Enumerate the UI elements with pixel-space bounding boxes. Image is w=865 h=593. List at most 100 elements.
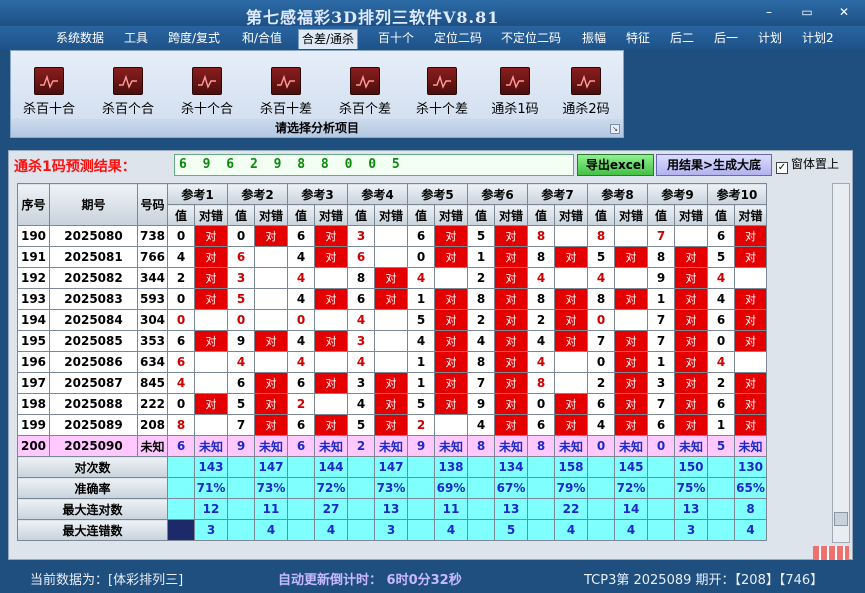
hit-mark: 对 xyxy=(685,251,697,264)
menu-last-one[interactable]: 后一 xyxy=(711,29,741,49)
table-row[interactable]: 196 2025086 634 6 4 4 4 1 对 8 对 4 0 对 1 对 4 xyxy=(17,351,767,373)
future-unknown: 未知 xyxy=(374,435,408,457)
menu-span[interactable]: 跨度/复式 xyxy=(165,29,223,49)
row-period: 2025086 xyxy=(49,351,138,373)
cell-correct: 对 xyxy=(734,225,767,247)
ribbon-button-kill-hundred-ten-diff[interactable]: 杀百十差 xyxy=(256,67,316,123)
cell-correct: 对 xyxy=(434,330,468,352)
subheader-correct: 对错 xyxy=(434,204,468,226)
subheader-value: 值 xyxy=(707,204,735,226)
menu-tools[interactable]: 工具 xyxy=(121,29,151,49)
cell-value: 4 xyxy=(227,351,255,373)
cell-value: 0 xyxy=(527,393,555,415)
cell-value: 4 xyxy=(167,246,195,268)
stat-spacer xyxy=(227,477,255,499)
cell-correct xyxy=(254,351,288,373)
table-row[interactable]: 197 2025087 845 4 6 对 6 对 3 对 1 对 7 对 8 2 对 3 对 2 对 xyxy=(17,372,767,394)
ribbon-button-kill-hundred-ten-sum[interactable]: 杀百十合 xyxy=(19,67,79,123)
dialog-launcher-icon[interactable]: ↘ xyxy=(610,124,620,134)
progress-indicator xyxy=(813,546,849,560)
stat-spacer xyxy=(407,456,435,478)
cell-correct: 对 xyxy=(374,288,408,310)
menu-last-two[interactable]: 后二 xyxy=(667,29,697,49)
stat-value: 5 xyxy=(494,519,528,541)
table-row-future[interactable]: 200 2025090 未知 6 未知 9 未知 6 未知 2 未知 9 未知 8 未知 8 未知 0 未知 0 未知 5… xyxy=(17,435,767,457)
stat-spacer xyxy=(647,477,675,499)
menu-fixed-two[interactable]: 定位二码 xyxy=(431,29,485,49)
menu-amplitude[interactable]: 振幅 xyxy=(579,29,609,49)
subheader-correct: 对错 xyxy=(314,204,348,226)
cell-correct xyxy=(734,351,767,373)
cell-value: 7 xyxy=(647,393,675,415)
future-value: 0 xyxy=(647,435,675,457)
cell-value: 1 xyxy=(407,288,435,310)
hit-mark: 对 xyxy=(445,335,457,348)
window-topmost-checkbox[interactable]: ✓ 窗体置上 xyxy=(776,155,839,174)
menu-sum[interactable]: 和/合值 xyxy=(239,29,285,49)
cell-value: 6 xyxy=(707,393,735,415)
cell-value: 4 xyxy=(347,351,375,373)
stat-value: 71% xyxy=(194,477,228,499)
vertical-scrollbar[interactable] xyxy=(832,183,850,543)
table-row[interactable]: 198 2025088 222 0 对 5 对 2 4 对 5 对 9 对 0 对 6 对 7 对 6 对 xyxy=(17,393,767,415)
header-ref-2: 参考2 xyxy=(227,183,288,205)
cell-correct xyxy=(554,372,588,394)
table-row[interactable]: 199 2025089 208 8 7 对 6 对 5 对 2 4 对 6 对 4 对 6 对 1 对 xyxy=(17,414,767,436)
cell-value: 2 xyxy=(467,309,495,331)
table-row[interactable]: 191 2025081 766 4 对 6 4 对 6 0 对 1 对 8 对 5 对 8 对 5 对 xyxy=(17,246,767,268)
restore-button[interactable]: ▭ xyxy=(796,4,818,20)
checkbox-checked-icon: ✓ xyxy=(776,162,788,174)
hit-mark: 对 xyxy=(325,419,337,432)
stat-row: 准确率 71% 73% 72% 73% 69% 67% 79% 72% 75% 65% xyxy=(17,477,767,499)
ribbon-button-kill-hundred-one-diff[interactable]: 杀百个差 xyxy=(335,67,395,123)
subheader-value: 值 xyxy=(587,204,615,226)
table-row[interactable]: 195 2025085 353 6 对 9 对 4 对 3 4 对 4 对 4 对 7 对 7 对 0 对 xyxy=(17,330,767,352)
menu-unfixed-two[interactable]: 不定位二码 xyxy=(498,29,564,49)
stat-value: 22 xyxy=(554,498,588,520)
hit-mark: 对 xyxy=(745,377,756,390)
cell-correct: 对 xyxy=(734,414,767,436)
future-unknown: 未知 xyxy=(554,435,588,457)
cell-value: 4 xyxy=(287,246,315,268)
menu-plan2[interactable]: 计划2 xyxy=(799,29,837,49)
hit-mark: 对 xyxy=(745,335,756,348)
future-value: 9 xyxy=(407,435,435,457)
ribbon-button-kill-two-code[interactable]: 通杀2码 xyxy=(556,67,616,123)
table-row[interactable]: 192 2025082 344 2 对 3 4 8 对 4 2 对 4 4 9 对 4 xyxy=(17,267,767,289)
menu-feature[interactable]: 特征 xyxy=(623,29,653,49)
hit-mark: 对 xyxy=(205,398,217,411)
menu-plan[interactable]: 计划 xyxy=(755,29,785,49)
cell-value: 4 xyxy=(407,330,435,352)
cell-value: 4 xyxy=(527,267,555,289)
ribbon-button-kill-hundred-one-sum[interactable]: 杀百个合 xyxy=(98,67,158,123)
row-seq: 200 xyxy=(17,435,50,457)
stat-spacer xyxy=(647,498,675,520)
cell-correct: 对 xyxy=(494,351,528,373)
minimize-button[interactable]: – xyxy=(758,4,780,20)
stat-value: 14 xyxy=(614,498,648,520)
hit-mark: 对 xyxy=(685,419,697,432)
menu-diff-kill[interactable]: 合差/通杀 xyxy=(298,29,359,49)
cell-correct: 对 xyxy=(554,288,588,310)
close-button[interactable]: ✕ xyxy=(833,4,855,20)
generate-base-button[interactable]: 用结果>生成大底 xyxy=(656,154,772,176)
header-ref-6: 参考6 xyxy=(467,183,528,205)
ribbon-button-kill-ten-one-sum[interactable]: 杀十个合 xyxy=(177,67,237,123)
menu-system-data[interactable]: 系统数据 xyxy=(53,29,107,49)
row-period: 2025082 xyxy=(49,267,138,289)
table-row[interactable]: 194 2025084 304 0 0 0 4 5 对 2 对 2 对 0 7 对 6 对 xyxy=(17,309,767,331)
cell-value: 0 xyxy=(227,309,255,331)
cell-value: 3 xyxy=(347,372,375,394)
export-excel-button[interactable]: 导出excel xyxy=(577,154,654,176)
prediction-value-field[interactable]: 6 9 6 2 9 8 8 0 0 5 xyxy=(174,154,574,176)
ribbon-button-kill-ten-one-diff[interactable]: 杀十个差 xyxy=(412,67,472,123)
row-seq: 194 xyxy=(17,309,50,331)
cell-value: 3 xyxy=(227,267,255,289)
ribbon-button-kill-one-code[interactable]: 通杀1码 xyxy=(485,67,545,123)
table-row[interactable]: 193 2025083 593 0 对 5 4 对 6 对 1 对 8 对 8 对 8 对 1 对 4 对 xyxy=(17,288,767,310)
menu-hundred-ten-one[interactable]: 百十个 xyxy=(375,29,417,49)
scrollbar-thumb[interactable] xyxy=(834,512,848,526)
cell-correct: 对 xyxy=(674,267,708,289)
stat-spacer xyxy=(707,498,735,520)
table-row[interactable]: 190 2025080 738 0 对 0 对 6 对 3 6 对 5 对 8 8 7 6 对 xyxy=(17,225,767,247)
